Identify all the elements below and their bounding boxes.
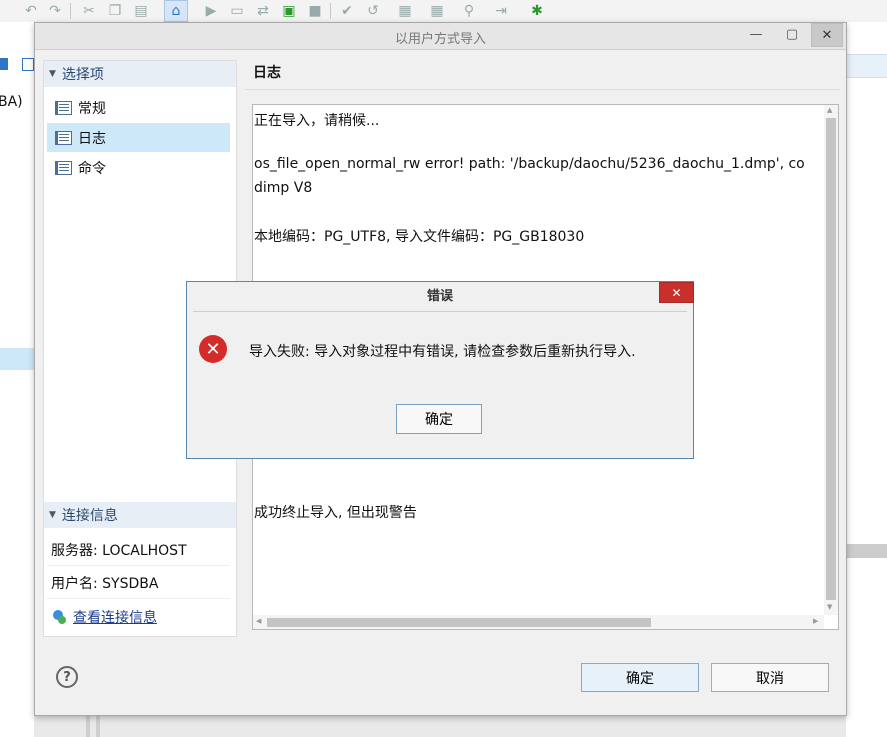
ok-button[interactable]: 确定 (581, 663, 699, 692)
undo-icon[interactable]: ↶ (22, 2, 40, 20)
step-end-icon[interactable]: ⇥ (492, 2, 510, 20)
maximize-icon[interactable]: ▢ (777, 23, 807, 45)
splitter[interactable] (86, 714, 90, 737)
connection-section-header[interactable]: ▼ 连接信息 (44, 502, 236, 528)
tree-item-fragment: BA) (0, 94, 23, 110)
schedule-icon[interactable]: ▦ (428, 2, 446, 20)
connection-header-label: 连接信息 (61, 508, 118, 524)
options-section-header[interactable]: ▼ 选择项 (44, 61, 236, 87)
user-info: 用户名: SYSDBA (47, 568, 230, 599)
nav-item-command[interactable]: 命令 (47, 153, 230, 182)
nav-item-label: 命令 (78, 160, 106, 177)
app-left-pane: BA) (0, 22, 34, 737)
tab-strip (846, 54, 887, 78)
scroll-up-icon[interactable]: ▲ (827, 106, 832, 114)
error-dialog: 错误 ✕ ✕ 导入失败: 导入对象过程中有错误, 请检查参数后重新执行导入. 确… (186, 281, 694, 459)
close-icon[interactable]: ✕ (811, 23, 843, 47)
error-dialog-title: 错误 (426, 289, 453, 304)
app-toolbar: ↶ ↷ ✂ ❐ ▤ ⌂ ▶ ▭ ⇄ ▣ ■ ✔ ↺ ▦ ▦ ⚲ ⇥ ✱ (0, 0, 887, 23)
nav-item-log[interactable]: 日志 (47, 123, 230, 152)
edit-icon[interactable] (0, 58, 8, 70)
list-icon (55, 130, 72, 145)
log-title: 日志 (253, 65, 281, 81)
dialog-titlebar: 以用户方式导入 — ▢ ✕ (35, 23, 846, 50)
scroll-left-icon[interactable]: ◀ (256, 617, 261, 625)
redo-icon[interactable]: ↷ (46, 2, 64, 20)
open-icon[interactable] (22, 58, 34, 71)
horizontal-scrollbar[interactable]: ◀ ▶ (253, 615, 824, 629)
chevron-down-icon: ▼ (49, 69, 56, 79)
divider (193, 311, 687, 312)
log-line: 成功终止导入, 但出现警告 (254, 505, 417, 521)
rollback-icon[interactable]: ↺ (364, 2, 382, 20)
cancel-button[interactable]: 取消 (711, 663, 829, 692)
view-connection-link[interactable]: 查看连接信息 (47, 601, 230, 632)
scroll-right-icon[interactable]: ▶ (813, 617, 818, 625)
connection-icon (51, 609, 67, 625)
divider (245, 89, 840, 90)
calendar-icon[interactable]: ▦ (396, 2, 414, 20)
list-icon (55, 100, 72, 115)
options-header-label: 选择项 (61, 67, 104, 83)
tree-item-selected[interactable] (0, 348, 34, 370)
dialog-title: 以用户方式导入 (394, 32, 486, 47)
nav-item-label: 常规 (78, 100, 106, 117)
step-over-icon[interactable]: ⇄ (254, 2, 272, 20)
scrollbar-fragment[interactable] (846, 544, 887, 558)
cut-icon[interactable]: ✂ (80, 2, 98, 20)
chevron-down-icon: ▼ (49, 510, 56, 520)
view-connection-label: 查看连接信息 (73, 609, 157, 626)
run-icon[interactable]: ▶ (202, 2, 220, 20)
home-icon[interactable]: ⌂ (164, 0, 188, 22)
app-right-pane (846, 22, 887, 737)
list-icon (55, 160, 72, 175)
minimize-icon[interactable]: — (741, 23, 771, 45)
splitter[interactable] (96, 714, 100, 737)
toolbar-separator (70, 3, 71, 19)
server-info: 服务器: LOCALHOST (47, 535, 230, 566)
nav-item-label: 日志 (78, 130, 106, 147)
copy-icon[interactable]: ❐ (106, 2, 124, 20)
error-ok-button[interactable]: 确定 (396, 404, 482, 434)
log-line: 正在导入，请稍候... (254, 113, 380, 129)
vertical-scrollbar[interactable]: ▲ ▼ (824, 105, 838, 615)
vertical-scroll-thumb[interactable] (826, 118, 836, 600)
help-icon[interactable]: ? (56, 666, 78, 688)
execute-file-icon[interactable]: ▣ (280, 2, 298, 20)
error-message: 导入失败: 导入对象过程中有错误, 请检查参数后重新执行导入. (249, 344, 636, 360)
nav-item-general[interactable]: 常规 (47, 93, 230, 122)
step-icon[interactable]: ▭ (228, 2, 246, 20)
search-icon[interactable]: ⚲ (460, 2, 478, 20)
log-line: dimp V8 (254, 180, 313, 196)
left-pane-toolbar (0, 58, 34, 72)
stop-icon[interactable]: ■ (306, 2, 324, 20)
commit-icon[interactable]: ✔ (338, 2, 356, 20)
paste-icon[interactable]: ▤ (132, 2, 150, 20)
close-icon[interactable]: ✕ (659, 282, 694, 303)
toolbar-separator (330, 3, 331, 19)
horizontal-scroll-thumb[interactable] (267, 618, 651, 627)
debug-icon[interactable]: ✱ (528, 2, 546, 20)
log-line: 本地编码：PG_UTF8, 导入文件编码：PG_GB18030 (254, 229, 585, 245)
scroll-down-icon[interactable]: ▼ (827, 603, 832, 611)
error-icon: ✕ (199, 335, 227, 363)
log-line: os_file_open_normal_rw error! path: '/ba… (254, 156, 805, 172)
